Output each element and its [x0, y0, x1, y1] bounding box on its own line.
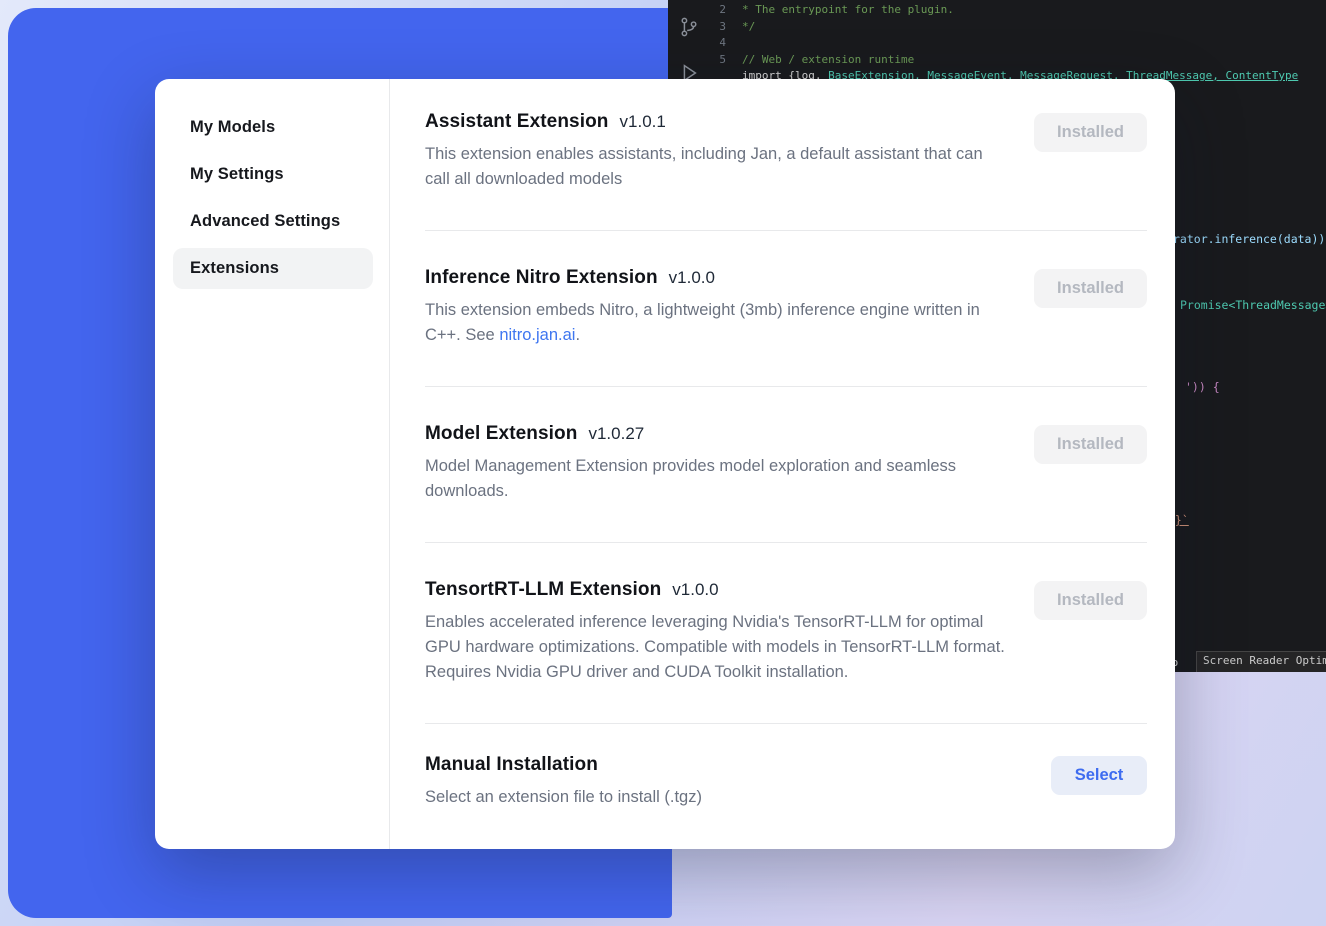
- code-text: * The entrypoint for the plugin.: [742, 2, 954, 19]
- code-text: */: [742, 19, 755, 36]
- nitro-link[interactable]: nitro.jan.ai: [499, 326, 575, 344]
- screen-reader-notification[interactable]: Screen Reader Optimized: [1196, 651, 1326, 672]
- installed-button[interactable]: Installed: [1034, 581, 1147, 620]
- extension-title-row: Model Extension v1.0.27: [425, 423, 1005, 445]
- extension-name: Assistant Extension: [425, 111, 609, 133]
- installed-button[interactable]: Installed: [1034, 269, 1147, 308]
- manual-install-info: Manual Installation Select an extension …: [425, 754, 702, 810]
- extension-info: Assistant Extension v1.0.1 This extensio…: [425, 111, 1005, 192]
- extension-info: Model Extension v1.0.27 Model Management…: [425, 423, 1005, 504]
- extension-title-row: TensortRT-LLM Extension v1.0.0: [425, 579, 1005, 601]
- manual-install-title-row: Manual Installation: [425, 754, 702, 776]
- extension-description: This extension embeds Nitro, a lightweig…: [425, 298, 1005, 348]
- extension-info: Inference Nitro Extension v1.0.0 This ex…: [425, 267, 1005, 348]
- code-lines: 2 * The entrypoint for the plugin. 3 */ …: [710, 2, 1326, 85]
- line-number: 2: [710, 2, 742, 19]
- sidebar-item-my-settings[interactable]: My Settings: [173, 154, 373, 195]
- installed-button[interactable]: Installed: [1034, 425, 1147, 464]
- extension-version: v1.0.0: [669, 268, 715, 288]
- extension-name: TensortRT-LLM Extension: [425, 579, 661, 601]
- extension-version: v1.0.27: [588, 424, 644, 444]
- description-text: .: [575, 326, 580, 344]
- select-file-button[interactable]: Select: [1051, 756, 1147, 795]
- line-number: 3: [710, 19, 742, 36]
- extension-title-row: Inference Nitro Extension v1.0.0: [425, 267, 1005, 289]
- line-number: 5: [710, 52, 742, 69]
- extension-version: v1.0.0: [672, 580, 718, 600]
- manual-install-description: Select an extension file to install (.tg…: [425, 785, 702, 810]
- manual-installation-row: Manual Installation Select an extension …: [425, 724, 1147, 810]
- code-line: 4: [710, 35, 1326, 52]
- extension-description: Enables accelerated inference leveraging…: [425, 610, 1005, 685]
- code-fragment: Promise<ThreadMessage>: [1180, 297, 1326, 314]
- settings-modal: My Models My Settings Advanced Settings …: [155, 79, 1175, 849]
- extension-description: This extension enables assistants, inclu…: [425, 142, 1005, 192]
- manual-install-title: Manual Installation: [425, 754, 598, 776]
- extensions-list: Assistant Extension v1.0.1 This extensio…: [390, 79, 1175, 849]
- extension-description: Model Management Extension provides mode…: [425, 454, 1005, 504]
- sidebar-item-extensions[interactable]: Extensions: [173, 248, 373, 289]
- settings-sidebar: My Models My Settings Advanced Settings …: [155, 79, 390, 849]
- sidebar-item-advanced-settings[interactable]: Advanced Settings: [173, 201, 373, 242]
- extension-row-inference-nitro: Inference Nitro Extension v1.0.0 This ex…: [425, 231, 1147, 387]
- source-control-icon[interactable]: [678, 16, 700, 38]
- code-line: 5 // Web / extension runtime: [710, 52, 1326, 69]
- code-line: 2 * The entrypoint for the plugin.: [710, 2, 1326, 19]
- extension-info: TensortRT-LLM Extension v1.0.0 Enables a…: [425, 579, 1005, 685]
- code-fragment: rator.inference(data));: [1173, 231, 1326, 248]
- extension-title-row: Assistant Extension v1.0.1: [425, 111, 1005, 133]
- code-fragment: ')) {: [1185, 379, 1220, 396]
- extension-row-tensorrt-llm: TensortRT-LLM Extension v1.0.0 Enables a…: [425, 543, 1147, 724]
- code-line: 3 */: [710, 19, 1326, 36]
- installed-button[interactable]: Installed: [1034, 113, 1147, 152]
- extension-name: Model Extension: [425, 423, 577, 445]
- line-number: 4: [710, 35, 742, 52]
- sidebar-item-my-models[interactable]: My Models: [173, 107, 373, 148]
- extension-version: v1.0.1: [620, 112, 666, 132]
- extension-name: Inference Nitro Extension: [425, 267, 658, 289]
- extension-row-assistant: Assistant Extension v1.0.1 This extensio…: [425, 79, 1147, 231]
- extension-row-model: Model Extension v1.0.27 Model Management…: [425, 387, 1147, 543]
- code-text: // Web / extension runtime: [742, 52, 914, 69]
